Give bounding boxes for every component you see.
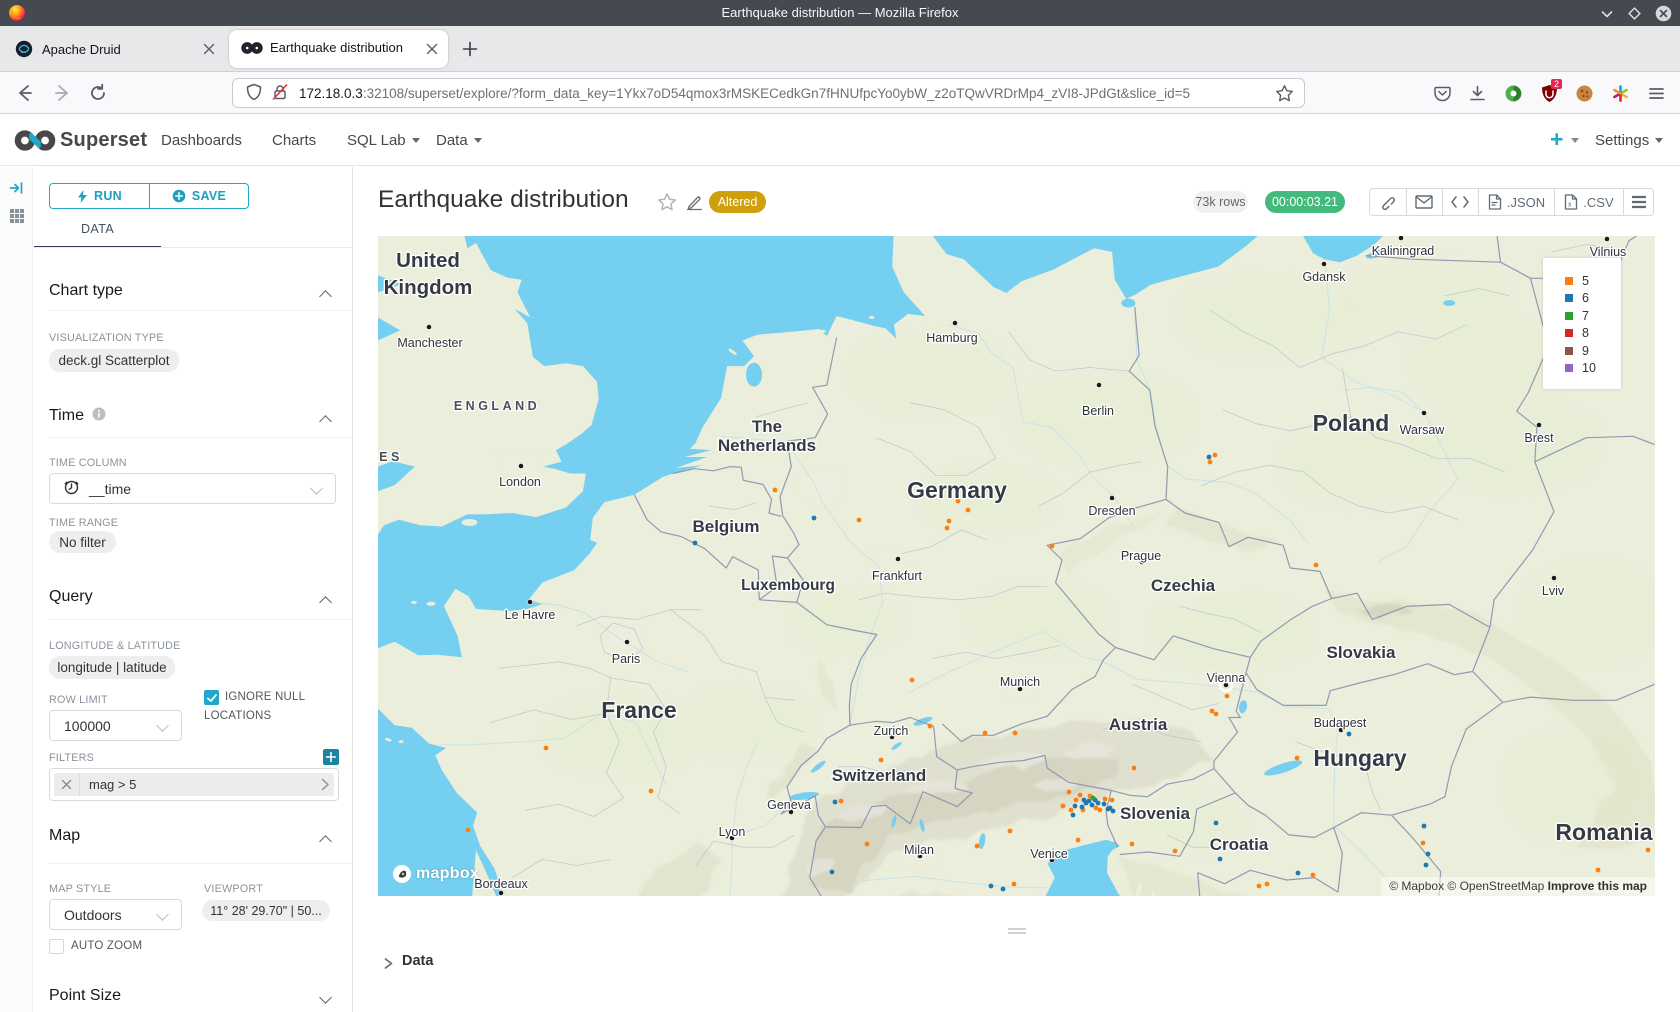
svg-text:Dresden: Dresden [1088,504,1135,518]
svg-text:Prague: Prague [1121,549,1161,563]
svg-text:Manchester: Manchester [397,336,462,350]
svg-text:Paris: Paris [612,652,640,666]
svg-text:Slovakia: Slovakia [1327,643,1397,662]
svg-text:Poland: Poland [1313,410,1390,436]
svg-text:Berlin: Berlin [1082,404,1114,418]
svg-text:Brest: Brest [1524,431,1554,445]
svg-text:Slovenia: Slovenia [1120,804,1190,823]
svg-text:ES: ES [379,450,403,464]
svg-text:Lviv: Lviv [1542,584,1565,598]
svg-text:Bordeaux: Bordeaux [474,877,528,891]
svg-text:Zurich: Zurich [874,724,909,738]
svg-text:Romania: Romania [1555,819,1652,845]
svg-text:Vienna: Vienna [1207,671,1246,685]
svg-text:Austria: Austria [1109,715,1168,734]
svg-text:Kaliningrad: Kaliningrad [1372,244,1435,258]
svg-text:Frankfurt: Frankfurt [872,569,923,583]
svg-text:Gdansk: Gdansk [1302,270,1346,284]
svg-text:Le Havre: Le Havre [505,608,556,622]
svg-text:Croatia: Croatia [1210,835,1269,854]
svg-text:The: The [752,417,782,436]
svg-text:Munich: Munich [1000,675,1040,689]
svg-text:Hamburg: Hamburg [926,331,977,345]
svg-text:Luxembourg: Luxembourg [741,577,835,594]
svg-text:Belgium: Belgium [692,517,759,536]
svg-text:Milan: Milan [904,843,934,857]
svg-text:Budapest: Budapest [1314,716,1367,730]
svg-text:Kingdom: Kingdom [384,276,473,299]
svg-text:Venice: Venice [1030,847,1068,861]
svg-text:ENGLAND: ENGLAND [454,399,540,413]
svg-text:Switzerland: Switzerland [832,766,926,785]
svg-text:Warsaw: Warsaw [1400,423,1446,437]
svg-text:Geneva: Geneva [767,798,811,812]
svg-text:Lyon: Lyon [719,825,746,839]
svg-text:Hungary: Hungary [1313,745,1407,771]
svg-text:x: x [1568,202,1572,209]
svg-text:United: United [396,249,460,272]
svg-text:London: London [499,475,541,489]
svg-text:France: France [601,697,676,723]
svg-text:Vilnius: Vilnius [1590,245,1627,259]
svg-text:Germany: Germany [907,477,1007,503]
svg-text:Czechia: Czechia [1151,576,1216,595]
svg-text:Netherlands: Netherlands [718,436,816,455]
